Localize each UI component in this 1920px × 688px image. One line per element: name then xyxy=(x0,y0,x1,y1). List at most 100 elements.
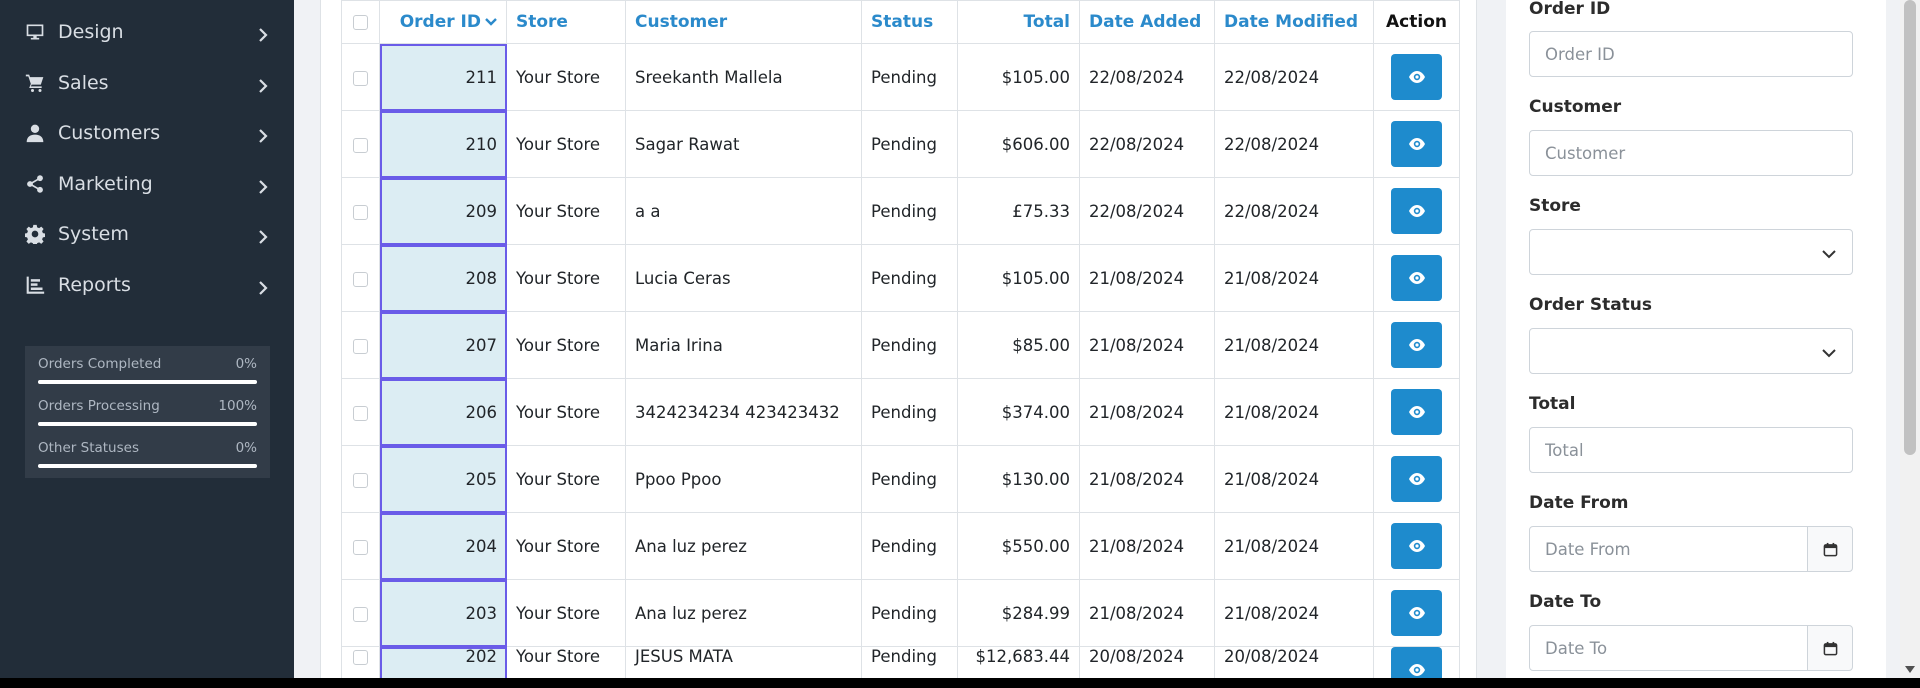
eye-icon xyxy=(1408,661,1426,679)
table-row: 203 Your Store Ana luz perez Pending $284.99… xyxy=(341,579,1460,647)
filter-order-id-input[interactable] xyxy=(1529,31,1853,77)
order-id-cell[interactable]: 205 xyxy=(379,445,507,513)
filter-store-select[interactable] xyxy=(1529,229,1853,275)
stat-value: 100% xyxy=(218,398,257,414)
filter-order-id-label: Order ID xyxy=(1529,0,1611,19)
row-checkbox[interactable] xyxy=(353,137,368,153)
sidebar-item-label: System xyxy=(58,223,129,245)
table-row: 206 Your Store 3424234234 423423432 Pending… xyxy=(341,378,1460,446)
total-cell: $374.00 xyxy=(957,378,1080,446)
header-label: Action xyxy=(1386,12,1447,32)
order-id-cell[interactable]: 206 xyxy=(379,378,507,446)
row-checkbox[interactable] xyxy=(353,606,368,622)
eye-icon xyxy=(1408,403,1426,421)
sidebar-item-design[interactable]: Design xyxy=(0,7,294,57)
action-cell xyxy=(1373,110,1460,178)
order-id-cell[interactable]: 211 xyxy=(379,43,507,111)
order-id-cell[interactable]: 209 xyxy=(379,177,507,245)
filter-order-status-select[interactable] xyxy=(1529,328,1853,374)
row-checkbox[interactable] xyxy=(353,271,368,287)
date-modified-cell: 22/08/2024 xyxy=(1214,43,1374,111)
gear-icon xyxy=(24,223,46,245)
view-order-button[interactable] xyxy=(1391,456,1442,502)
date-modified-cell: 21/08/2024 xyxy=(1214,445,1374,513)
sort-desc-icon xyxy=(485,12,497,26)
sort-customer[interactable]: Customer xyxy=(625,0,862,44)
cart-icon xyxy=(24,72,46,94)
row-select-cell xyxy=(341,579,380,647)
chevron-right-icon xyxy=(256,126,270,143)
filter-total-input[interactable] xyxy=(1529,427,1853,473)
action-cell xyxy=(1373,512,1460,580)
store-cell: Your Store xyxy=(506,579,626,647)
sort-date-modified[interactable]: Date Modified xyxy=(1214,0,1374,44)
sidebar-item-customers[interactable]: Customers xyxy=(0,108,294,158)
filter-date-to xyxy=(1529,625,1853,671)
vertical-scrollbar[interactable] xyxy=(1900,0,1920,678)
chevron-right-icon xyxy=(256,25,270,42)
row-select-cell xyxy=(341,244,380,312)
sort-order-id[interactable]: Order ID xyxy=(379,0,507,44)
progress-bar xyxy=(38,380,257,384)
store-cell: Your Store xyxy=(506,378,626,446)
row-checkbox[interactable] xyxy=(353,204,368,220)
date-added-cell: 21/08/2024 xyxy=(1079,244,1215,312)
customer-cell: 3424234234 423423432 xyxy=(625,378,862,446)
order-id-cell[interactable]: 203 xyxy=(379,579,507,647)
sort-store[interactable]: Store xyxy=(506,0,626,44)
row-checkbox[interactable] xyxy=(353,539,368,555)
order-id-cell[interactable]: 204 xyxy=(379,512,507,580)
sidebar-item-system[interactable]: System xyxy=(0,209,294,259)
date-added-cell: 21/08/2024 xyxy=(1079,311,1215,379)
sort-date-added[interactable]: Date Added xyxy=(1079,0,1215,44)
status-cell: Pending xyxy=(861,177,958,245)
row-select-cell xyxy=(341,177,380,245)
sort-status[interactable]: Status xyxy=(861,0,958,44)
row-checkbox[interactable] xyxy=(353,70,368,86)
calendar-button[interactable] xyxy=(1807,526,1853,572)
filter-panel: Order ID Customer Store Order Status Tot… xyxy=(1506,0,1886,678)
view-order-button[interactable] xyxy=(1391,322,1442,368)
sidebar-item-sales[interactable]: Sales xyxy=(0,58,294,108)
order-id-cell[interactable]: 210 xyxy=(379,110,507,178)
monitor-icon xyxy=(24,21,46,43)
calendar-button[interactable] xyxy=(1807,625,1853,671)
select-all-checkbox[interactable] xyxy=(353,14,368,30)
order-id-cell[interactable]: 207 xyxy=(379,311,507,379)
date-added-cell: 21/08/2024 xyxy=(1079,378,1215,446)
customer-cell: Ppoo Ppoo xyxy=(625,445,862,513)
header-label: Order ID xyxy=(399,12,481,32)
order-id-cell[interactable]: 208 xyxy=(379,244,507,312)
eye-icon xyxy=(1408,604,1426,622)
action-cell xyxy=(1373,579,1460,647)
sort-total[interactable]: Total xyxy=(957,0,1080,44)
total-cell: $130.00 xyxy=(957,445,1080,513)
view-order-button[interactable] xyxy=(1391,523,1442,569)
row-checkbox[interactable] xyxy=(353,338,368,354)
sidebar-item-marketing[interactable]: Marketing xyxy=(0,159,294,209)
view-order-button[interactable] xyxy=(1391,188,1442,234)
sidebar-item-reports[interactable]: Reports xyxy=(0,260,294,310)
store-cell: Your Store xyxy=(506,445,626,513)
row-checkbox[interactable] xyxy=(353,405,368,421)
date-modified-cell: 21/08/2024 xyxy=(1214,579,1374,647)
scroll-down-arrow-icon[interactable] xyxy=(1905,666,1915,674)
view-order-button[interactable] xyxy=(1391,590,1442,636)
date-modified-cell: 21/08/2024 xyxy=(1214,378,1374,446)
view-order-button[interactable] xyxy=(1391,255,1442,301)
row-checkbox[interactable] xyxy=(353,472,368,488)
view-order-button[interactable] xyxy=(1391,54,1442,100)
filter-date-to-input[interactable] xyxy=(1529,625,1808,671)
total-cell: $550.00 xyxy=(957,512,1080,580)
total-cell: $606.00 xyxy=(957,110,1080,178)
row-checkbox[interactable] xyxy=(353,650,368,665)
filter-customer-input[interactable] xyxy=(1529,130,1853,176)
view-order-button[interactable] xyxy=(1391,121,1442,167)
scrollbar-thumb[interactable] xyxy=(1904,0,1916,455)
store-cell: Your Store xyxy=(506,110,626,178)
filter-date-from-input[interactable] xyxy=(1529,526,1808,572)
view-order-button[interactable] xyxy=(1391,389,1442,435)
date-modified-cell: 21/08/2024 xyxy=(1214,244,1374,312)
orders-table: Order ID Store Customer Status Total Dat… xyxy=(341,0,1460,688)
action-cell xyxy=(1373,378,1460,446)
